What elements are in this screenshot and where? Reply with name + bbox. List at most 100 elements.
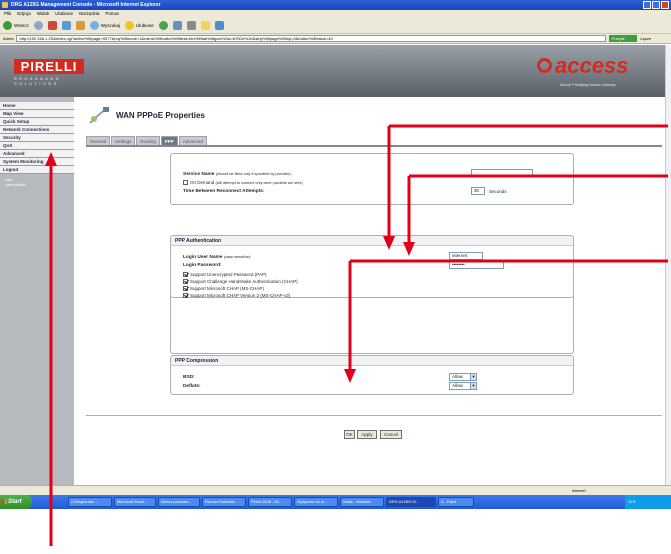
deflate-select[interactable]: Allow ▼ [449,382,477,390]
auth-option-ms-chap-v2[interactable]: Support Microsoft CHAP Version 2 (MS-CHA… [183,293,290,299]
task-roman[interactable]: Roman Rudnicki... [202,497,246,507]
sidebar-item-home[interactable]: Home [0,102,74,110]
chevron-down-icon: ▼ [470,374,476,380]
menu-view[interactable]: Widok [37,10,50,18]
reconnect-unit: Seconds [489,189,507,194]
web-page: PIRELLI BROADBAND SOLUTIONS access Discu… [0,45,665,485]
compression-heading: PPP Compression [171,356,573,366]
tab-settings[interactable]: Settings [111,136,136,145]
address-input[interactable]: http://192.168.1.254/index.cgi?active%5f… [16,35,607,42]
task-pirelli-doc[interactable]: Pirelli 2008 - Mi... [248,497,292,507]
maximize-icon[interactable] [652,1,660,9]
back-button[interactable]: Wstecz [3,21,29,30]
favorites-button[interactable]: Ulubione [124,21,154,30]
go-button[interactable]: Przejdź [609,35,638,42]
history-icon[interactable] [158,21,168,30]
ie-icon [2,2,8,8]
tab-advanced[interactable]: Advanced [178,136,207,145]
refresh-icon[interactable] [61,21,71,30]
auth-heading: PPP Authentication [171,236,573,246]
on-demand-option[interactable]: On Demand (will attempt to connect only … [183,180,303,186]
task-paint[interactable]: 4 - Paint [438,497,474,507]
links-label[interactable]: Łącze [640,36,651,41]
clock: 11:5 [628,499,636,504]
cancel-button[interactable]: Cancel [380,430,402,439]
access-swirl-icon [537,58,552,73]
menu-edit[interactable]: Edycja [17,10,31,18]
system-tray: 11:5 [625,495,671,509]
vertical-scrollbar[interactable] [665,45,671,485]
title-bar: DRG A125G Management Console - Microsoft… [0,0,671,10]
tab-general[interactable]: General [86,136,111,145]
task-wersz[interactable]: Wersz polecani... [158,497,200,507]
mail-icon[interactable] [172,21,182,30]
service-name-input[interactable] [471,169,533,177]
tab-bar: General Settings Routing PPP Advanced [86,136,207,145]
task-excel[interactable]: Microsoft Excel... [114,497,156,507]
menu-file[interactable]: Plik [4,10,11,18]
tab-divider [86,145,662,147]
menu-favorites[interactable]: Ulubione [55,10,73,18]
sidebar-item-advanced[interactable]: Advanced [0,150,74,158]
reconnect-input[interactable]: 30 [471,187,485,195]
chap-checkbox[interactable] [183,279,188,285]
pap-checkbox[interactable] [183,272,188,278]
main-content: WAN PPPoE Properties General Settings Ro… [74,97,665,485]
ms-chap-checkbox[interactable] [183,286,188,292]
auth-option-chap[interactable]: Support Challenge Handshake Authenticati… [183,279,298,285]
sidebar-item-security[interactable]: Security [0,134,74,142]
search-button[interactable]: Wyszukaj [89,21,120,30]
home-icon[interactable] [75,21,85,30]
apply-button[interactable]: Apply [357,430,377,439]
ms-chap-v2-checkbox[interactable] [183,293,188,299]
broadband-solutions-text: BROADBAND SOLUTIONS [14,76,61,86]
stop-icon[interactable] [47,21,57,30]
page-title: WAN PPPoE Properties [116,111,205,120]
auth-option-ms-chap[interactable]: Support Microsoft CHAP (MS-CHAP) [183,286,264,292]
header-banner: PIRELLI BROADBAND SOLUTIONS access Discu… [0,45,665,97]
menu-tools[interactable]: Narzędzia [79,10,99,18]
menu-bar: Plik Edycja Widok Ulubione Narzędzia Pom… [0,10,671,18]
tab-routing[interactable]: Routing [136,136,160,145]
network-cable-icon [89,107,109,124]
sidebar-item-system-monitoring[interactable]: System Monitoring [0,158,74,166]
login-password-input[interactable]: •••••••• [449,261,504,269]
folder-icon[interactable] [200,21,210,30]
status-bar: Internet [0,485,671,495]
pirelli-logo: PIRELLI [14,59,84,74]
browser-window: DRG A125G Management Console - Microsoft… [0,0,671,497]
forward-arrow-icon[interactable] [33,21,43,30]
ok-button[interactable]: OK [344,430,355,439]
sidebar-item-quick-setup[interactable]: Quick Setup [0,118,74,126]
login-user-input[interactable]: internet [449,252,483,260]
start-button[interactable]: Start [0,495,32,509]
menu-help[interactable]: Pomoc [105,10,119,18]
on-demand-checkbox[interactable] [183,180,188,186]
minimize-icon[interactable] [643,1,651,9]
ppp-authentication-section: PPP Authentication Login User Name (case… [170,235,574,299]
star-icon [124,21,134,30]
access-logo: access [555,53,629,78]
close-icon[interactable] [661,1,669,9]
tab-ppp[interactable]: PPP [160,136,178,145]
chevron-down-icon: ▼ [470,383,476,389]
task-drg-console[interactable]: DRG A125G M... [386,497,436,507]
print-icon[interactable] [186,21,196,30]
search-icon [89,21,99,30]
task-notepad[interactable]: hasła - Notatnik [340,497,384,507]
sidebar-item-map-view[interactable]: Map View [0,110,74,118]
toolbar: Wstecz Wyszukaj Ulubione [0,18,671,34]
auth-option-pap[interactable]: Support Unencrypted Password (PAP) [183,272,266,278]
taskbar: Start 2 Eksplorator ... Microsoft Excel.… [0,495,671,509]
task-explorer[interactable]: 2 Eksplorator ... [68,497,112,507]
bsd-label: BSD: [183,375,195,380]
user-label: User: [5,178,14,182]
messenger-icon[interactable] [214,21,224,30]
bsd-select[interactable]: Allow ▼ [449,373,477,381]
user-name: Administrator [5,183,26,187]
sidebar-item-network-connections[interactable]: Network Connections [0,126,74,134]
task-wytyczne[interactable]: Wytyczne do in... [294,497,338,507]
sidebar-item-logout[interactable]: Logout [0,166,74,174]
sidebar-item-qos[interactable]: QoS [0,142,74,150]
windows-flag-icon [2,499,7,504]
